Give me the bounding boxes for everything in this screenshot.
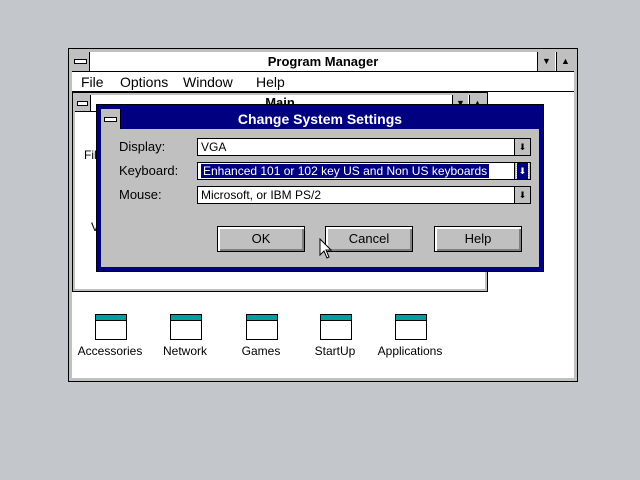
menu-file[interactable]: File: [81, 74, 104, 90]
menu-window[interactable]: Window: [183, 74, 233, 90]
menu-options[interactable]: Options: [120, 74, 168, 90]
program-group-icon: [395, 314, 427, 340]
mouse-cursor-icon: [319, 238, 333, 259]
group-icon-label: Games: [241, 344, 281, 358]
keyboard-label: Keyboard:: [119, 163, 179, 178]
display-value: VGA: [201, 140, 227, 154]
menu-bar: File Options Window Help: [72, 72, 574, 92]
mouse-value: Microsoft, or IBM PS/2: [201, 188, 322, 202]
group-icon-label: Applications: [377, 344, 443, 358]
menu-help[interactable]: Help: [256, 74, 285, 90]
dropdown-arrow-icon: ⬇: [518, 142, 527, 152]
system-menu-icon: [77, 100, 88, 106]
display-dropdown[interactable]: VGA ⬇: [197, 138, 531, 156]
display-label: Display:: [119, 139, 166, 154]
ok-button[interactable]: OK: [217, 226, 305, 252]
mouse-dropdown-button[interactable]: ⬇: [514, 187, 530, 203]
maximize-icon: ▲: [561, 56, 570, 66]
keyboard-value: Enhanced 101 or 102 key US and Non US ke…: [199, 163, 491, 179]
program-group-icon: [170, 314, 202, 340]
main-system-menu-button[interactable]: [75, 95, 91, 111]
system-menu-icon: [104, 116, 117, 122]
program-group-icon: [95, 314, 127, 340]
group-icon-startup[interactable]: StartUp: [295, 310, 375, 370]
help-button[interactable]: Help: [434, 226, 522, 252]
dialog-titlebar[interactable]: Change System Settings: [101, 109, 539, 129]
minimize-icon: ▼: [542, 56, 551, 66]
mouse-label: Mouse:: [119, 187, 162, 202]
group-icon-accessories[interactable]: Accessories: [70, 310, 150, 370]
partial-icon-label: Fil: [84, 148, 97, 162]
keyboard-dropdown[interactable]: Enhanced 101 or 102 key US and Non US ke…: [197, 162, 531, 180]
minimize-button[interactable]: ▼: [537, 52, 555, 71]
group-icon-label: Network: [162, 344, 207, 358]
program-manager-titlebar[interactable]: Program Manager ▼ ▲: [72, 52, 574, 72]
display-dropdown-button[interactable]: ⬇: [514, 139, 530, 155]
program-manager-title: Program Manager: [267, 54, 379, 69]
group-icon-label: StartUp: [314, 344, 356, 358]
dropdown-arrow-icon: ⬇: [518, 190, 527, 200]
system-menu-icon: [74, 59, 87, 64]
maximize-button[interactable]: ▲: [556, 52, 574, 71]
group-icon-applications[interactable]: Applications: [370, 310, 450, 370]
group-icon-label: Accessories: [77, 344, 143, 358]
dropdown-arrow-icon: ⬇: [515, 163, 530, 179]
system-menu-button[interactable]: [72, 52, 90, 71]
dialog-system-menu-button[interactable]: [101, 109, 121, 129]
program-group-icon: [246, 314, 278, 340]
dialog-title: Change System Settings: [237, 111, 403, 127]
group-icon-games[interactable]: Games: [221, 310, 301, 370]
mouse-dropdown[interactable]: Microsoft, or IBM PS/2 ⬇: [197, 186, 531, 204]
program-group-icon: [320, 314, 352, 340]
group-icon-network[interactable]: Network: [145, 310, 225, 370]
keyboard-dropdown-button[interactable]: ⬇: [514, 163, 530, 179]
cancel-button[interactable]: Cancel: [325, 226, 413, 252]
